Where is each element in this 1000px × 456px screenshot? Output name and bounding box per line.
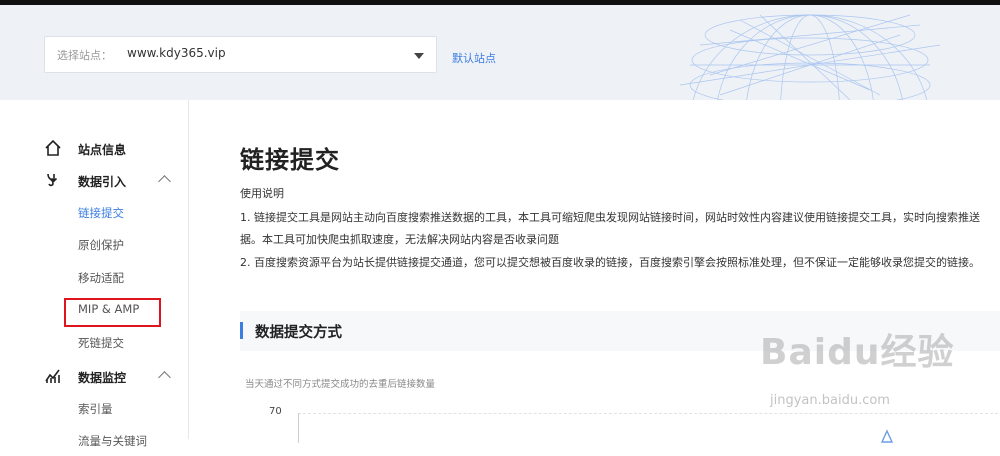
- site-select-label: 选择站点：: [57, 49, 112, 62]
- sidebar-item-original-protection[interactable]: 原创保护: [0, 230, 189, 260]
- sidebar-item-label: 链接提交: [78, 206, 124, 220]
- baidu-jingyan-watermark: Baidu经验 jingyan.baidu.com: [760, 323, 980, 423]
- sidebar-item-link-submit[interactable]: 链接提交: [0, 198, 189, 228]
- chevron-up-icon[interactable]: [158, 175, 171, 188]
- sidebar-item-site-info[interactable]: 站点信息: [0, 134, 189, 164]
- site-header: 选择站点： www.kdy365.vip 默认站点: [0, 5, 1000, 100]
- y-tick-label: 70: [269, 406, 282, 417]
- data-import-icon: [47, 173, 58, 187]
- section-title: 数据提交方式: [255, 325, 342, 341]
- sidebar-item-label: 索引量: [78, 402, 113, 416]
- sidebar-item-label: 数据引入: [78, 175, 127, 189]
- chevron-up-icon[interactable]: [158, 371, 171, 384]
- sidebar-item-label: 死链提交: [78, 336, 124, 350]
- sidebar-item-label: 移动适配: [78, 271, 124, 285]
- site-select-dropdown[interactable]: 选择站点： www.kdy365.vip: [44, 36, 437, 73]
- sidebar-item-label: 站点信息: [78, 143, 127, 157]
- caret-down-icon[interactable]: [414, 53, 424, 59]
- home-icon: [45, 139, 61, 156]
- usage-heading: 使用说明: [240, 187, 284, 200]
- sidebar: 站点信息 数据引入 链接提交 原创保护 移动适配 MIP & AMP 死链提交 …: [0, 100, 189, 448]
- sidebar-item-dead-link[interactable]: 死链提交: [0, 328, 189, 358]
- sidebar-item-data-import[interactable]: 数据引入: [0, 166, 189, 196]
- chart-monitor-icon: [45, 369, 60, 383]
- page-title: 链接提交: [240, 146, 340, 174]
- default-site-link[interactable]: 默认站点: [452, 50, 496, 66]
- sidebar-item-mobile-adapt[interactable]: 移动适配: [0, 263, 189, 293]
- watermark-url: jingyan.baidu.com: [770, 393, 890, 408]
- sidebar-item-label: 流量与关键词: [78, 434, 147, 448]
- sidebar-item-data-monitor[interactable]: 数据监控: [0, 362, 189, 392]
- globe-decoration: [679, 14, 941, 100]
- sidebar-item-label: 原创保护: [78, 238, 124, 252]
- triangle-marker-icon: [880, 429, 894, 443]
- usage-line: 据。本工具可加快爬虫抓取速度，无法解决网站内容是否收录问题: [240, 233, 559, 246]
- sidebar-item-traffic-keywords[interactable]: 流量与关键词: [0, 426, 189, 456]
- highlight-box: [64, 298, 161, 327]
- site-select-value: www.kdy365.vip: [127, 46, 226, 60]
- watermark-brand: Baidu经验: [760, 332, 955, 373]
- chart-caption: 当天通过不同方式提交成功的去重后链接数量: [245, 379, 436, 390]
- sidebar-item-index-volume[interactable]: 索引量: [0, 394, 189, 424]
- sidebar-item-label: 数据监控: [78, 371, 127, 385]
- usage-line: 2. 百度搜索资源平台为站长提供链接提交通道，您可以提交想被百度收录的链接，百度…: [240, 256, 980, 269]
- section-accent-bar: [240, 322, 243, 339]
- usage-line: 1. 链接提交工具是网站主动向百度搜索推送数据的工具，本工具可缩短爬虫发现网站链…: [240, 211, 980, 224]
